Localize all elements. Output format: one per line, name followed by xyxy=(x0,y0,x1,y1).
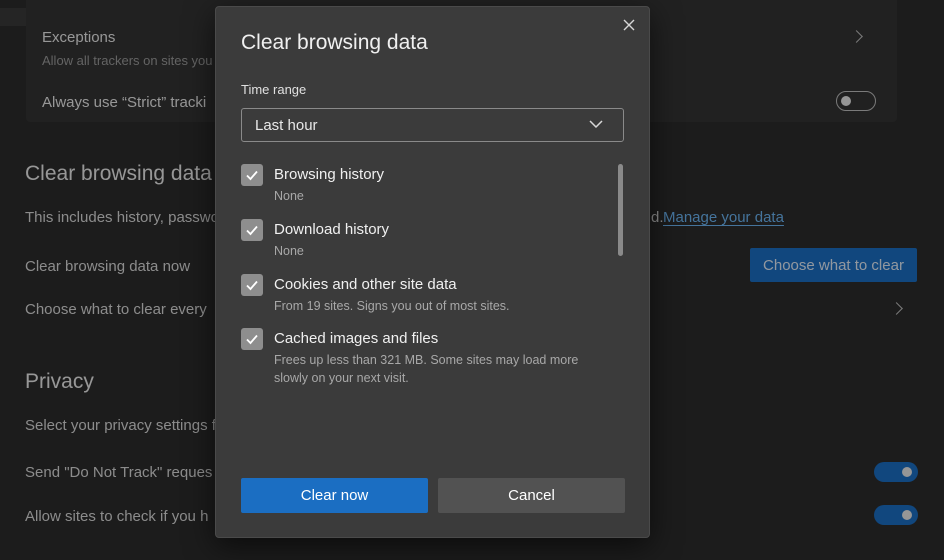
item-description: None xyxy=(274,244,304,258)
settings-page: Exceptions Allow all trackers on sites y… xyxy=(0,0,944,560)
item-label: Download history xyxy=(274,221,390,238)
cancel-button[interactable]: Cancel xyxy=(438,478,625,513)
list-scrollbar[interactable] xyxy=(618,164,623,256)
clear-now-button[interactable]: Clear now xyxy=(241,478,428,513)
dialog-title: Clear browsing data xyxy=(241,31,428,54)
checkmark-icon xyxy=(246,334,258,345)
close-button[interactable] xyxy=(619,15,639,35)
close-icon xyxy=(623,19,635,31)
item-label: Browsing history xyxy=(274,166,385,183)
time-range-select[interactable]: Last hour xyxy=(241,108,624,142)
data-type-list: Browsing history None Download history N… xyxy=(241,159,601,459)
checkmark-icon xyxy=(246,280,258,291)
chevron-down-icon xyxy=(589,120,603,129)
clear-browsing-data-dialog: Clear browsing data Time range Last hour… xyxy=(215,6,650,538)
time-range-value: Last hour xyxy=(255,117,318,134)
item-description: None xyxy=(274,189,304,203)
item-label: Cookies and other site data xyxy=(274,276,457,293)
browsing-history-checkbox[interactable] xyxy=(241,164,263,186)
checkmark-icon xyxy=(246,170,258,181)
item-label: Cached images and files xyxy=(274,330,439,347)
time-range-label: Time range xyxy=(241,82,307,97)
item-description: From 19 sites. Signs you out of most sit… xyxy=(274,299,510,313)
cookies-checkbox[interactable] xyxy=(241,274,263,296)
download-history-checkbox[interactable] xyxy=(241,219,263,241)
checkmark-icon xyxy=(246,225,258,236)
item-description: Frees up less than 321 MB. Some sites ma… xyxy=(274,353,579,385)
cached-images-checkbox[interactable] xyxy=(241,328,263,350)
